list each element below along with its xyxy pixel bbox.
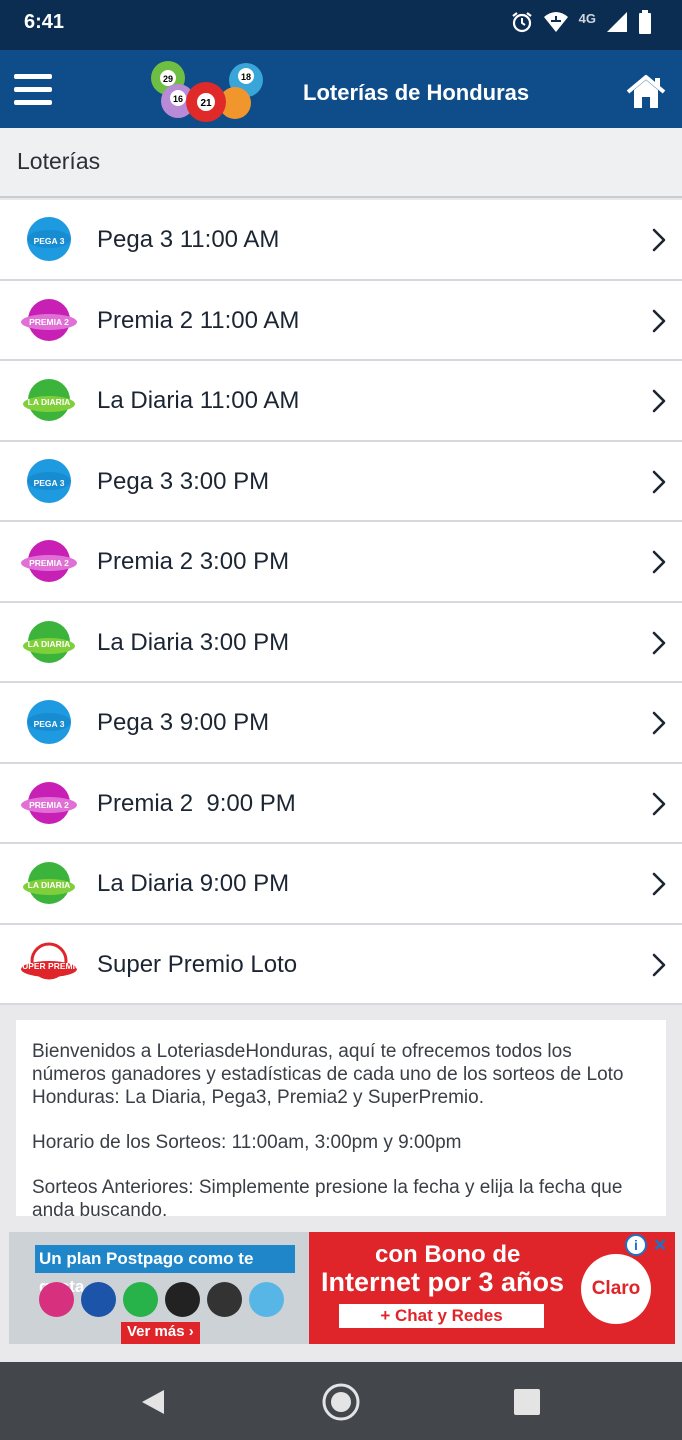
alarm-icon xyxy=(511,12,532,33)
battery-icon xyxy=(639,10,651,34)
pega3-logo-icon: PEGA 3 xyxy=(27,458,71,503)
ad-close-icon[interactable]: × xyxy=(649,1232,671,1257)
badge-text: LA DIARIA xyxy=(28,880,71,890)
lottery-balls-logo: 29 18 16 21 xyxy=(151,61,263,122)
badge-text: PEGA 3 xyxy=(34,719,65,729)
lottery-label: La Diaria 3:00 PM xyxy=(97,628,290,656)
badge-text: PREMIA 2 xyxy=(29,317,69,327)
ad-banner[interactable]: Un plan Postpago como te gusta Ver más ›… xyxy=(9,1232,675,1344)
welcome-text: Bienvenidos a LoteriasdeHonduras, aquí t… xyxy=(32,1041,624,1108)
diaria-logo-icon: LA DIARIA xyxy=(23,862,75,904)
lottery-label: Premia 2 9:00 PM xyxy=(97,789,296,817)
chevron-right-icon xyxy=(652,470,666,493)
recents-icon[interactable] xyxy=(514,1389,540,1415)
pega3-logo-icon: PEGA 3 xyxy=(27,700,71,744)
lottery-label: Premia 2 11:00 AM xyxy=(97,306,300,334)
ad-social-icons xyxy=(39,1282,284,1317)
schedule-text: Horario de los Sorteos: 11:00am, 3:00pm … xyxy=(32,1132,462,1153)
lottery-list: PEGA 3 Pega 3 11:00 AM PREMIA 2 Premia 2 11… xyxy=(0,200,682,1005)
lottery-row[interactable]: LA DIARIA La Diaria 3:00 PM xyxy=(0,602,682,683)
waze-icon xyxy=(249,1282,284,1317)
premia2-logo-icon: PREMIA 2 xyxy=(21,298,77,341)
lottery-row[interactable]: PEGA 3 Pega 3 9:00 PM xyxy=(0,683,682,764)
lottery-label: Pega 3 9:00 PM xyxy=(97,709,270,736)
lottery-label: La Diaria 9:00 PM xyxy=(97,870,290,897)
facebook-icon xyxy=(81,1282,116,1317)
app-title: Loterías de Honduras xyxy=(303,80,530,105)
chevron-right-icon xyxy=(652,550,666,574)
logo-ball-3: 21 xyxy=(200,98,212,109)
badge-text: SUPER PREMIO xyxy=(20,961,78,971)
lottery-label: Pega 3 3:00 PM xyxy=(97,467,270,495)
ad-headline-2: Internet por 3 años xyxy=(321,1267,565,1297)
hamburger-menu-icon[interactable] xyxy=(14,74,54,108)
ad-headline-1: con Bono de xyxy=(375,1241,521,1268)
chevron-right-icon xyxy=(652,711,666,735)
network-type: 4G xyxy=(578,10,596,26)
premia2-logo-icon: PREMIA 2 xyxy=(21,781,77,824)
ad-info-icon[interactable]: i xyxy=(625,1234,647,1256)
section-title: Loterías xyxy=(17,148,101,174)
app-icon xyxy=(207,1282,242,1317)
lottery-label: Pega 3 11:00 AM xyxy=(97,226,280,253)
lottery-row[interactable]: PEGA 3 Pega 3 11:00 AM xyxy=(0,200,682,281)
lottery-row[interactable]: PEGA 3 Pega 3 3:00 PM xyxy=(0,441,682,522)
lottery-label: Premia 2 3:00 PM xyxy=(97,548,290,575)
instagram-icon xyxy=(39,1282,74,1317)
chevron-right-icon xyxy=(652,309,666,332)
status-bar: 6:41 4G xyxy=(0,0,682,50)
badge-text: PREMIA 2 xyxy=(29,800,69,810)
lottery-row[interactable]: LA DIARIA La Diaria 9:00 PM xyxy=(0,844,682,925)
badge-text: PEGA 3 xyxy=(34,236,65,246)
diaria-logo-icon: LA DIARIA xyxy=(23,620,75,663)
back-icon[interactable] xyxy=(140,1388,166,1416)
badge-text: PEGA 3 xyxy=(34,478,65,488)
lottery-row[interactable]: PREMIA 2 Premia 2 9:00 PM xyxy=(0,763,682,844)
uber-icon xyxy=(165,1282,200,1317)
chevron-right-icon xyxy=(652,953,666,976)
lottery-row[interactable]: LA DIARIA La Diaria 11:00 AM xyxy=(0,361,682,442)
claro-logo: Claro xyxy=(581,1254,651,1324)
home-circle-icon[interactable] xyxy=(321,1382,361,1422)
lottery-label: La Diaria 11:00 AM xyxy=(97,387,300,414)
ad-right-panel: con Bono de Internet por 3 años + Chat y… xyxy=(309,1232,675,1344)
diaria-logo-icon: LA DIARIA xyxy=(23,379,75,421)
app-bar: 29 18 16 21 Loterías de Honduras xyxy=(0,50,682,128)
badge-text: PREMIA 2 xyxy=(29,558,69,568)
lottery-label: Super Premio Loto xyxy=(97,950,298,978)
home-icon[interactable] xyxy=(626,74,666,110)
chevron-right-icon xyxy=(652,228,666,252)
logo-ball-4: 18 xyxy=(241,72,251,82)
lottery-row[interactable]: PREMIA 2 Premia 2 3:00 PM xyxy=(0,522,682,603)
chevron-right-icon xyxy=(652,631,666,654)
ad-headline-3: + Chat y Redes ilimitadas xyxy=(339,1304,544,1344)
whatsapp-icon xyxy=(123,1282,158,1317)
status-icons: 4G xyxy=(511,8,652,36)
premia2-logo-icon: PREMIA 2 xyxy=(21,540,77,582)
chevron-right-icon xyxy=(652,792,666,815)
status-time: 6:41 xyxy=(24,11,65,33)
section-header: Loterías xyxy=(0,128,682,198)
superpremio-logo-icon: SUPER PREMIO xyxy=(20,942,78,979)
ad-more-button[interactable]: Ver más › xyxy=(121,1322,200,1344)
lottery-row[interactable]: PREMIA 2 Premia 2 11:00 AM xyxy=(0,280,682,361)
badge-text: LA DIARIA xyxy=(28,397,71,407)
wifi-icon xyxy=(543,12,568,32)
info-card: Bienvenidos a LoteriasdeHonduras, aquí t… xyxy=(16,1020,666,1216)
logo-ball-1: 29 xyxy=(163,74,173,84)
logo-ball-2: 16 xyxy=(173,94,183,104)
lottery-row[interactable]: SUPER PREMIO Super Premio Loto xyxy=(0,924,682,1005)
chevron-right-icon xyxy=(652,389,666,413)
previous-draws-text: Sorteos Anteriores: Simplemente presione… xyxy=(32,1177,623,1216)
chevron-right-icon xyxy=(652,872,666,896)
pega3-logo-icon: PEGA 3 xyxy=(27,217,71,261)
signal-icon xyxy=(607,12,627,32)
system-nav-bar xyxy=(0,1362,682,1440)
ad-left-headline: Un plan Postpago como te gusta xyxy=(35,1245,295,1296)
badge-text: LA DIARIA xyxy=(28,639,71,649)
